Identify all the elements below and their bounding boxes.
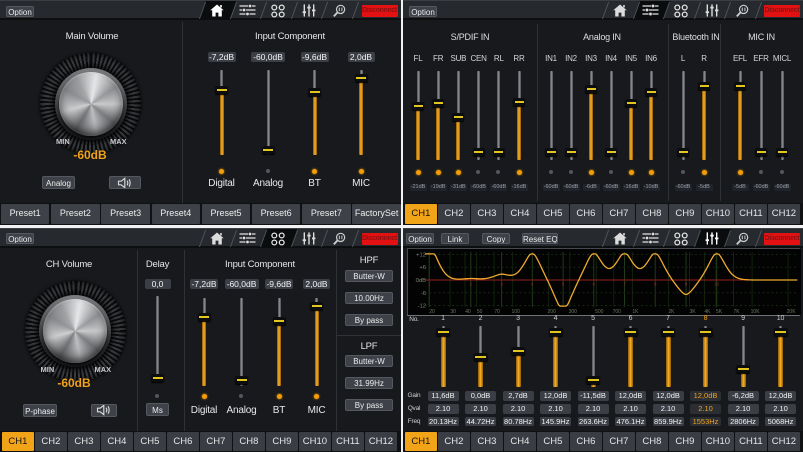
- svg-text:+12: +12: [416, 252, 426, 258]
- svg-text:300: 300: [569, 309, 578, 315]
- svg-text:2K: 2K: [668, 309, 675, 315]
- svg-text:7K: 7K: [733, 309, 740, 315]
- svg-text:10: 10: [714, 281, 720, 286]
- svg-text:30: 30: [450, 309, 456, 315]
- svg-text:0dB: 0dB: [416, 278, 426, 284]
- svg-text:4K: 4K: [704, 309, 711, 315]
- svg-text:70: 70: [494, 309, 500, 315]
- svg-text:1K: 1K: [632, 309, 639, 315]
- svg-text:+6: +6: [419, 265, 426, 271]
- svg-text:20: 20: [429, 309, 435, 315]
- svg-text:50: 50: [477, 309, 483, 315]
- svg-text:-6: -6: [421, 290, 426, 296]
- svg-text:-12: -12: [418, 303, 426, 309]
- svg-text:500: 500: [595, 309, 604, 315]
- svg-text:100: 100: [512, 309, 521, 315]
- svg-text:700: 700: [613, 309, 622, 315]
- svg-text:10K: 10K: [751, 309, 761, 315]
- svg-text:5K: 5K: [716, 309, 723, 315]
- svg-text:40: 40: [465, 309, 471, 315]
- svg-text:20K: 20K: [787, 309, 797, 315]
- svg-text:200: 200: [548, 309, 557, 315]
- svg-text:3K: 3K: [689, 309, 696, 315]
